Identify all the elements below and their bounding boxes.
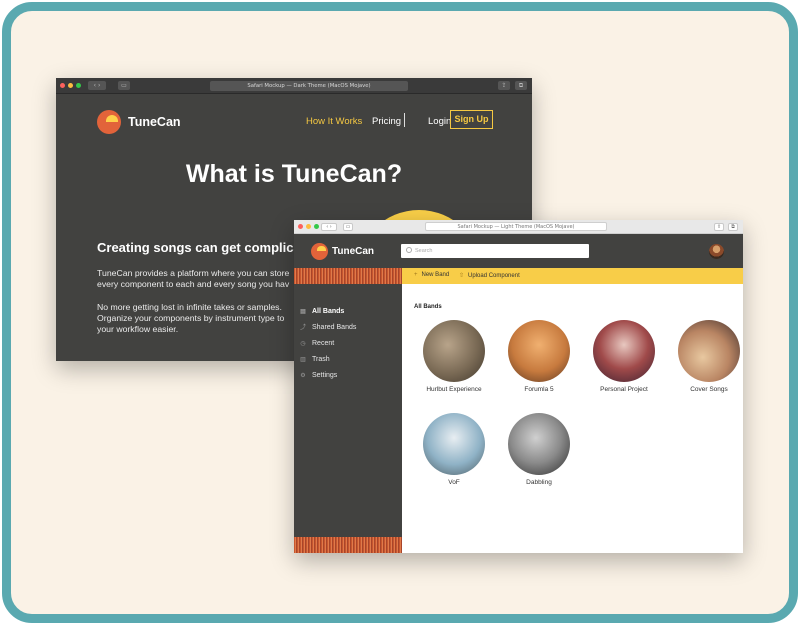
user-avatar[interactable]	[709, 244, 724, 259]
upload-icon: ⇧	[459, 273, 465, 279]
paragraph-line: every component to each and every song y…	[97, 279, 290, 289]
paragraph-line: Organize your components by instrument t…	[97, 313, 285, 323]
background-frame: ‹ › ▭ Safari Mockup — Dark Theme (MacOS …	[2, 2, 798, 623]
nav-login[interactable]: Login	[428, 116, 451, 127]
search-input[interactable]	[415, 245, 585, 257]
band-card-personal-project[interactable]: Personal Project	[589, 320, 659, 393]
share-icon[interactable]: ⇪	[498, 81, 510, 90]
action-bar: + New Band ⇧ Upload Component	[402, 268, 743, 284]
band-name: Hurlbut Experience	[426, 386, 482, 393]
band-name: VoF	[448, 479, 460, 486]
gear-icon: ⚙	[300, 372, 306, 379]
sidebar-item-label: Settings	[312, 372, 338, 379]
sidebar-pattern-top	[294, 268, 402, 284]
zoom-button[interactable]	[314, 224, 319, 229]
paragraph-line: No more getting lost in infinite takes o…	[97, 302, 282, 312]
band-name: Personal Project	[600, 386, 648, 393]
band-photo[interactable]	[678, 320, 740, 382]
band-card-vof[interactable]: VoF	[419, 413, 489, 486]
band-card-dabbling[interactable]: Dabbling	[504, 413, 574, 486]
minimize-button[interactable]	[68, 83, 73, 88]
sidebar-item-label: Recent	[312, 340, 335, 347]
sidebar-item-all-bands[interactable]: ▤ All Bands	[300, 308, 344, 315]
light-window-titlebar: ‹ › ▭ Safari Mockup — Light Theme (MacOS…	[294, 220, 743, 234]
brand-name[interactable]: TuneCan	[332, 246, 374, 257]
sidebar-toggle-icon[interactable]: ▭	[118, 81, 130, 90]
light-theme-browser-window: ‹ › ▭ Safari Mockup — Light Theme (MacOS…	[294, 220, 743, 553]
dark-window-titlebar: ‹ › ▭ Safari Mockup — Dark Theme (MacOS …	[56, 78, 532, 94]
nav-divider	[404, 113, 405, 127]
section-subheading: Creating songs can get complica	[97, 240, 301, 255]
brand-name[interactable]: TuneCan	[128, 115, 181, 129]
band-photo[interactable]	[423, 320, 485, 382]
back-forward-buttons[interactable]: ‹ ›	[88, 81, 106, 90]
paragraph-line: TuneCan provides a platform where you ca…	[97, 268, 290, 278]
app-header: TuneCan	[294, 234, 743, 268]
tabs-icon[interactable]: ⧉	[728, 223, 738, 231]
hero-headline: What is TuneCan?	[185, 160, 403, 188]
sidebar-item-label: All Bands	[312, 308, 345, 315]
band-name: Forumla 5	[524, 386, 554, 393]
close-button[interactable]	[298, 224, 303, 229]
sidebar-item-shared-bands[interactable]: ⤴ Shared Bands	[300, 324, 356, 331]
nav-pricing[interactable]: Pricing	[372, 116, 401, 127]
band-card-hurlbut-experience[interactable]: Hurlbut Experience	[419, 320, 489, 393]
paragraph-line: your workflow easier.	[97, 324, 179, 334]
sidebar-item-label: Shared Bands	[312, 324, 357, 331]
upload-component-label: Upload Component	[468, 272, 520, 279]
share-icon: ⤴	[300, 324, 307, 331]
light-window-title[interactable]: Safari Mockup — Light Theme (MacOS Mojav…	[425, 222, 607, 231]
band-photo[interactable]	[423, 413, 485, 475]
dark-window-title[interactable]: Safari Mockup — Dark Theme (MacOS Mojave…	[210, 81, 408, 91]
share-icon[interactable]: ⇪	[714, 223, 724, 231]
sidebar-item-trash[interactable]: ▥ Trash	[300, 356, 330, 363]
band-name: Dabbling	[526, 479, 552, 486]
sidebar-item-label: Trash	[312, 356, 330, 363]
search-icon	[406, 247, 412, 253]
band-name: Cover Songs	[690, 386, 728, 393]
band-card-forumla-5[interactable]: Forumla 5	[504, 320, 574, 393]
sidebar-pattern-bottom	[294, 537, 402, 553]
close-button[interactable]	[60, 83, 65, 88]
nav-how-it-works[interactable]: How It Works	[306, 116, 362, 127]
tunecan-logo[interactable]	[311, 243, 328, 260]
minimize-button[interactable]	[306, 224, 311, 229]
sidebar: ▤ All Bands ⤴ Shared Bands ◷ Recent ▥ Tr…	[294, 268, 402, 553]
trash-icon: ▥	[300, 356, 306, 363]
back-forward-buttons[interactable]: ‹ ›	[321, 223, 337, 231]
band-photo[interactable]	[508, 413, 570, 475]
sidebar-item-settings[interactable]: ⚙ Settings	[300, 372, 337, 379]
upload-component-button[interactable]: ⇧ Upload Component	[459, 272, 520, 280]
clock-icon: ◷	[300, 340, 306, 347]
new-band-button[interactable]: + New Band	[414, 272, 449, 278]
new-band-label: New Band	[421, 272, 450, 278]
band-photo[interactable]	[508, 320, 570, 382]
search-box[interactable]	[401, 244, 589, 258]
plus-icon: +	[414, 272, 418, 278]
section-title: All Bands	[414, 304, 442, 310]
sidebar-item-recent[interactable]: ◷ Recent	[300, 340, 334, 347]
zoom-button[interactable]	[76, 83, 81, 88]
sidebar-toggle-icon[interactable]: ▭	[343, 223, 353, 231]
sign-up-button[interactable]: Sign Up	[450, 110, 493, 129]
tunecan-logo[interactable]	[97, 110, 121, 134]
tabs-icon[interactable]: ⧉	[515, 81, 527, 90]
band-card-cover-songs[interactable]: Cover Songs	[674, 320, 744, 393]
folder-icon: ▤	[300, 308, 306, 315]
band-photo[interactable]	[593, 320, 655, 382]
